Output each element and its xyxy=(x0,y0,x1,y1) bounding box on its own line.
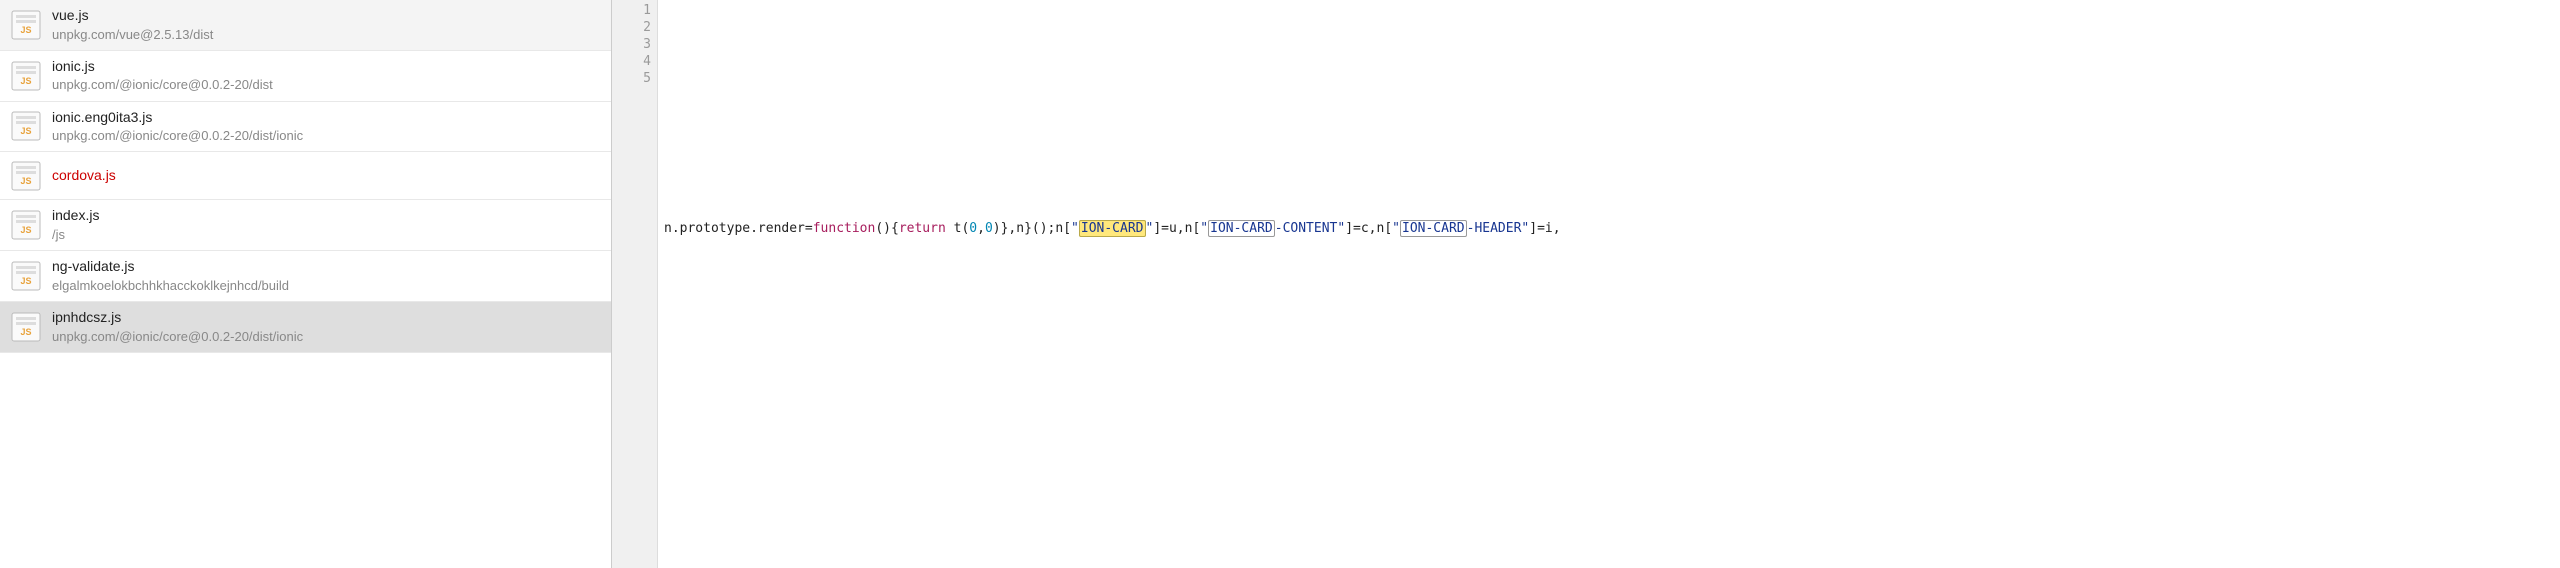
code-line: n.prototype.render=function(){return t(0… xyxy=(658,220,2560,237)
svg-text:JS: JS xyxy=(20,76,31,86)
code-line xyxy=(658,173,2560,190)
file-path: elgalmkoelokbchhkhacckoklkejnhcd/build xyxy=(52,277,289,295)
file-text: ipnhdcsz.js unpkg.com/@ionic/core@0.0.2-… xyxy=(52,308,303,346)
file-item[interactable]: JS index.js /js xyxy=(0,200,611,251)
file-text: index.js /js xyxy=(52,206,99,244)
file-text: ng-validate.js elgalmkoelokbchhkhacckokl… xyxy=(52,257,289,295)
file-text: cordova.js xyxy=(52,166,116,186)
search-match-active: ION-CARD xyxy=(1079,220,1146,237)
file-name: cordova.js xyxy=(52,166,116,186)
file-text: ionic.js unpkg.com/@ionic/core@0.0.2-20/… xyxy=(52,57,273,95)
svg-text:JS: JS xyxy=(20,176,31,186)
file-list-sidebar: JS vue.js unpkg.com/vue@2.5.13/dist JS i… xyxy=(0,0,612,568)
line-number: 3 xyxy=(612,36,657,53)
line-number: 4 xyxy=(612,53,657,70)
svg-text:JS: JS xyxy=(20,327,31,337)
file-item[interactable]: JS vue.js unpkg.com/vue@2.5.13/dist xyxy=(0,0,611,51)
line-number: 2 xyxy=(612,19,657,36)
file-text: ionic.eng0ita3.js unpkg.com/@ionic/core@… xyxy=(52,108,303,146)
search-match: ION-CARD xyxy=(1400,220,1467,237)
file-item[interactable]: JS ng-validate.js elgalmkoelokbchhkhacck… xyxy=(0,251,611,302)
js-file-icon: JS xyxy=(10,260,42,292)
file-text: vue.js unpkg.com/vue@2.5.13/dist xyxy=(52,6,213,44)
file-item[interactable]: JS ipnhdcsz.js unpkg.com/@ionic/core@0.0… xyxy=(0,302,611,353)
file-path: unpkg.com/@ionic/core@0.0.2-20/dist/ioni… xyxy=(52,127,303,145)
file-item[interactable]: JS cordova.js xyxy=(0,152,611,200)
file-path: unpkg.com/vue@2.5.13/dist xyxy=(52,26,213,44)
file-name: ionic.js xyxy=(52,57,273,77)
js-file-icon: JS xyxy=(10,209,42,241)
file-path: /js xyxy=(52,226,99,244)
file-item[interactable]: JS ionic.js unpkg.com/@ionic/core@0.0.2-… xyxy=(0,51,611,102)
js-file-icon: JS xyxy=(10,160,42,192)
line-number: 5 xyxy=(612,70,657,87)
line-number-gutter: 1 2 3 4 5 xyxy=(612,0,658,568)
code-editor[interactable]: n.prototype.render=function(){return t(0… xyxy=(658,0,2560,568)
search-match: ION-CARD xyxy=(1208,220,1275,237)
file-name: index.js xyxy=(52,206,99,226)
file-name: vue.js xyxy=(52,6,213,26)
line-number: 1 xyxy=(612,2,657,19)
code-line xyxy=(658,79,2560,96)
file-name: ipnhdcsz.js xyxy=(52,308,303,328)
file-path: unpkg.com/@ionic/core@0.0.2-20/dist xyxy=(52,76,273,94)
code-line xyxy=(658,126,2560,143)
svg-text:JS: JS xyxy=(20,276,31,286)
code-line xyxy=(658,32,2560,49)
js-file-icon: JS xyxy=(10,9,42,41)
svg-text:JS: JS xyxy=(20,25,31,35)
file-path: unpkg.com/@ionic/core@0.0.2-20/dist/ioni… xyxy=(52,328,303,346)
svg-text:JS: JS xyxy=(20,225,31,235)
svg-text:JS: JS xyxy=(20,126,31,136)
file-item[interactable]: JS ionic.eng0ita3.js unpkg.com/@ionic/co… xyxy=(0,102,611,153)
js-file-icon: JS xyxy=(10,60,42,92)
file-name: ionic.eng0ita3.js xyxy=(52,108,303,128)
js-file-icon: JS xyxy=(10,311,42,343)
file-name: ng-validate.js xyxy=(52,257,289,277)
js-file-icon: JS xyxy=(10,110,42,142)
